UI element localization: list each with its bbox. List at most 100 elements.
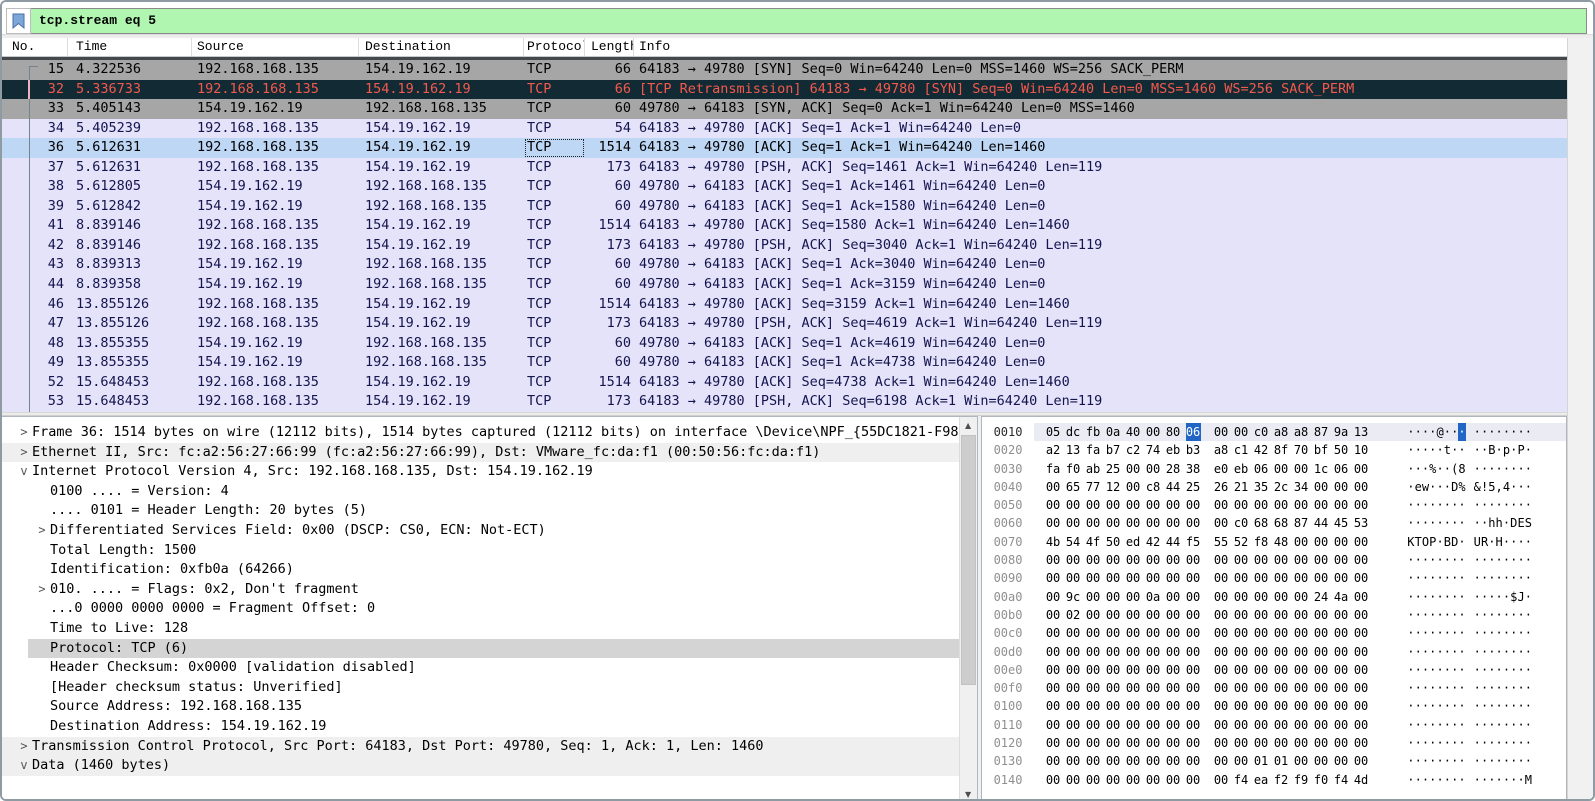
hex-byte[interactable]: 00 (1234, 606, 1249, 624)
ascii-char[interactable]: · (1422, 460, 1429, 478)
ascii-char[interactable]: · (1481, 643, 1488, 661)
ascii-char[interactable]: · (1444, 624, 1451, 642)
ascii-char[interactable]: · (1458, 423, 1465, 441)
ascii-char[interactable]: · (1525, 551, 1532, 569)
ascii-char[interactable]: · (1474, 752, 1481, 770)
ascii-char[interactable]: · (1496, 606, 1503, 624)
hex-row[interactable]: 0020a213fab7c274ebb3a8c1428f70bf5010····… (982, 441, 1566, 459)
hex-row[interactable]: 0140000000000000000000f4eaf2f9f0f44d····… (982, 771, 1566, 789)
packet-row[interactable]: 448.839358154.19.162.19192.168.168.135TC… (2, 275, 1567, 295)
hex-byte[interactable]: 00 (1066, 679, 1081, 697)
hex-byte[interactable]: ea (1254, 771, 1269, 789)
ascii-char[interactable]: · (1458, 514, 1465, 532)
hex-byte[interactable]: 00 (1254, 661, 1269, 679)
hex-byte[interactable]: 00 (1214, 588, 1229, 606)
hex-byte[interactable]: 00 (1186, 496, 1201, 514)
hex-byte[interactable]: 40 (1126, 423, 1141, 441)
ascii-char[interactable]: e (1415, 478, 1422, 496)
ascii-char[interactable]: · (1510, 478, 1517, 496)
hex-byte[interactable]: 00 (1334, 734, 1349, 752)
ascii-char[interactable]: · (1415, 716, 1422, 734)
ascii-char[interactable]: · (1415, 624, 1422, 642)
hex-byte[interactable]: 00 (1254, 624, 1269, 642)
ascii-char[interactable]: · (1415, 606, 1422, 624)
ascii-char[interactable]: R (1481, 533, 1488, 551)
ascii-char[interactable]: · (1407, 679, 1414, 697)
hex-byte[interactable]: 00 (1354, 624, 1369, 642)
hex-byte[interactable]: c2 (1126, 441, 1141, 459)
ascii-char[interactable]: · (1429, 569, 1436, 587)
ascii-char[interactable]: · (1451, 697, 1458, 715)
hex-byte[interactable]: 00 (1086, 496, 1101, 514)
ascii-char[interactable]: · (1474, 771, 1481, 789)
ascii-char[interactable]: · (1407, 588, 1414, 606)
ascii-char[interactable]: · (1407, 771, 1414, 789)
ascii-char[interactable]: · (1436, 643, 1443, 661)
hex-byte[interactable]: 00 (1186, 514, 1201, 532)
ascii-char[interactable]: · (1503, 697, 1510, 715)
packet-row[interactable]: 375.612631192.168.168.135154.19.162.19TC… (2, 158, 1567, 178)
hex-byte[interactable]: 00 (1354, 460, 1369, 478)
hex-byte[interactable]: 00 (1046, 624, 1061, 642)
hex-byte[interactable]: 00 (1294, 734, 1309, 752)
hex-byte[interactable]: 00 (1314, 734, 1329, 752)
hex-byte[interactable]: 00 (1274, 606, 1289, 624)
ascii-char[interactable]: · (1444, 697, 1451, 715)
hex-byte[interactable]: 00 (1354, 697, 1369, 715)
hex-byte[interactable]: 00 (1166, 551, 1181, 569)
hex-byte[interactable]: 00 (1274, 661, 1289, 679)
detail-row[interactable]: >Frame 36: 1514 bytes on wire (12112 bit… (2, 423, 959, 443)
hex-byte[interactable]: 00 (1234, 643, 1249, 661)
ascii-char[interactable]: · (1422, 624, 1429, 642)
detail-row[interactable]: Identification: 0xfb0a (64266) (2, 560, 959, 580)
hex-byte[interactable]: 00 (1234, 716, 1249, 734)
hex-row[interactable]: 010000000000000000000000000000000000····… (982, 697, 1566, 715)
hex-byte[interactable]: 00 (1166, 624, 1181, 642)
hex-byte[interactable]: 00 (1146, 661, 1161, 679)
hex-byte[interactable]: 00 (1334, 551, 1349, 569)
ascii-char[interactable]: · (1510, 606, 1517, 624)
ascii-char[interactable]: · (1496, 624, 1503, 642)
ascii-char[interactable]: · (1436, 551, 1443, 569)
ascii-char[interactable]: · (1436, 716, 1443, 734)
hex-byte[interactable]: 00 (1214, 551, 1229, 569)
ascii-char[interactable]: · (1415, 460, 1422, 478)
hex-byte[interactable]: 00 (1214, 514, 1229, 532)
ascii-char[interactable]: · (1525, 679, 1532, 697)
ascii-char[interactable]: · (1488, 624, 1495, 642)
hex-byte[interactable]: 9a (1334, 423, 1349, 441)
hex-byte[interactable]: 4f (1086, 533, 1101, 551)
hex-byte[interactable]: 77 (1086, 478, 1101, 496)
ascii-char[interactable]: · (1488, 716, 1495, 734)
hex-byte[interactable]: 00 (1214, 697, 1229, 715)
ascii-char[interactable]: · (1429, 643, 1436, 661)
ascii-char[interactable]: · (1444, 716, 1451, 734)
hex-row[interactable]: 008000000000000000000000000000000000····… (982, 551, 1566, 569)
ascii-char[interactable]: · (1517, 771, 1524, 789)
ascii-char[interactable]: · (1451, 423, 1458, 441)
ascii-char[interactable]: · (1496, 697, 1503, 715)
ascii-char[interactable]: · (1415, 734, 1422, 752)
hex-byte[interactable]: 00 (1294, 606, 1309, 624)
ascii-char[interactable]: · (1503, 679, 1510, 697)
ascii-char[interactable]: · (1458, 496, 1465, 514)
hex-byte[interactable]: 00 (1106, 569, 1121, 587)
detail-row[interactable]: [Header checksum status: Unverified] (2, 678, 959, 698)
detail-row[interactable]: >010. .... = Flags: 0x2, Don't fragment (2, 580, 959, 600)
ascii-char[interactable]: · (1503, 734, 1510, 752)
hex-byte[interactable]: 00 (1126, 716, 1141, 734)
ascii-char[interactable]: · (1422, 643, 1429, 661)
ascii-char[interactable]: · (1481, 697, 1488, 715)
hex-byte[interactable]: 06 (1254, 460, 1269, 478)
ascii-char[interactable]: · (1429, 551, 1436, 569)
ascii-char[interactable]: · (1458, 771, 1465, 789)
packet-row[interactable]: 428.839146192.168.168.135154.19.162.19TC… (2, 236, 1567, 256)
hex-byte[interactable]: 00 (1186, 734, 1201, 752)
ascii-char[interactable]: · (1510, 441, 1517, 459)
hex-byte[interactable]: 00 (1254, 588, 1269, 606)
column-header-source[interactable]: Source (192, 38, 359, 56)
hex-byte[interactable]: 00 (1354, 606, 1369, 624)
ascii-char[interactable]: @ (1436, 423, 1443, 441)
ascii-char[interactable]: · (1481, 551, 1488, 569)
display-filter-input[interactable]: tcp.stream eq 5 (31, 8, 1587, 34)
